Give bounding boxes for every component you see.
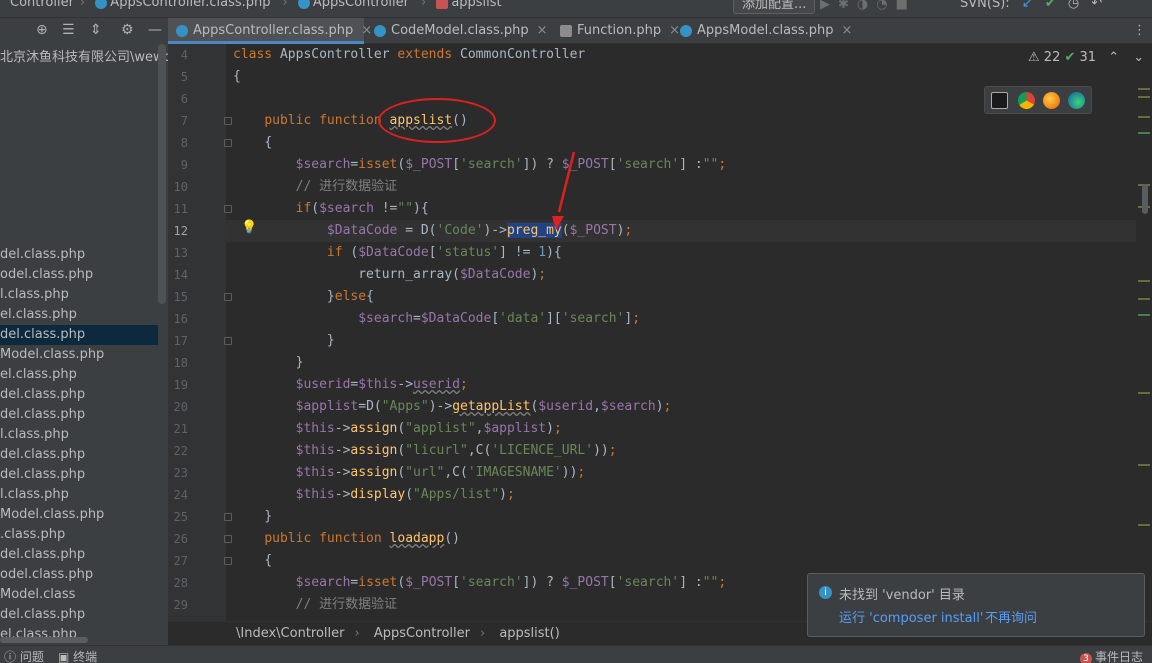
file-item[interactable]: odel.class.php <box>0 265 158 285</box>
svn-toolbar: SVN(S): ↙ ✔ ◷ ↶ <box>960 0 1102 11</box>
class-icon <box>176 24 188 37</box>
file-item[interactable]: Model.class.php <box>0 345 158 365</box>
event-log-label: 事件日志 <box>1095 650 1144 663</box>
terminal-tool-button[interactable]: ▣ 终端 <box>58 648 97 663</box>
crumb-method[interactable]: appslist() <box>499 626 559 641</box>
file-item[interactable]: del.class.php <box>0 245 158 265</box>
update-icon[interactable]: ↙ <box>1022 0 1033 11</box>
file-item[interactable]: l.class.php <box>0 485 158 505</box>
gear-icon[interactable]: ⚙ <box>121 22 134 38</box>
stop-icon[interactable]: ■ <box>896 0 916 12</box>
file-item[interactable]: del.class.php <box>0 545 158 565</box>
terminal-icon: ▣ <box>58 650 70 663</box>
crumb-method[interactable]: appslist <box>451 0 501 10</box>
editor-tabs: AppsController.class.php × CodeModel.clas… <box>168 18 1152 44</box>
file-item[interactable]: del.class.php <box>0 445 158 465</box>
tab-label: CodeModel.class.php <box>391 23 529 38</box>
scrollbar[interactable] <box>158 44 166 304</box>
notification-title: 未找到 'vendor' 目录 <box>839 588 965 603</box>
terminal-label: 终端 <box>73 650 98 663</box>
tab-appscontroller[interactable]: AppsController.class.php × <box>168 18 372 44</box>
class-icon <box>95 0 108 9</box>
project-toolbar: ⊕ ☰ ⇕ ⚙ — <box>0 18 168 44</box>
expand-all-icon[interactable]: ⇕ <box>90 22 102 38</box>
dont-ask-again-link[interactable]: 不再询问 <box>985 607 1037 626</box>
rollback-icon[interactable]: ↶ <box>1091 0 1102 11</box>
class-icon <box>297 0 310 9</box>
class-icon <box>374 24 386 37</box>
php-file-icon <box>560 24 572 37</box>
file-item[interactable]: .class.php <box>0 525 158 545</box>
crumb-separator: › <box>282 0 288 10</box>
crumb-file[interactable]: AppsController.class.php <box>110 0 270 10</box>
file-list: del.class.php odel.class.php l.class.php el… <box>0 245 158 645</box>
tab-appsmodel[interactable]: AppsModel.class.php × <box>672 18 862 44</box>
commit-icon[interactable]: ✔ <box>1045 0 1056 11</box>
composer-install-link[interactable]: 运行 'composer install' <box>839 607 983 626</box>
minimize-icon[interactable]: — <box>148 22 162 38</box>
run-icon[interactable]: ▶ <box>820 0 838 12</box>
profile-icon[interactable]: ◔ <box>876 0 895 12</box>
navigation-bar: Controller › AppsController.class.php › Ap… <box>0 0 1152 18</box>
svn-label: SVN(S): <box>960 0 1010 11</box>
tab-label: AppsController.class.php <box>193 23 354 38</box>
file-item[interactable]: del.class.php <box>0 325 158 345</box>
crumb-namespace[interactable]: \Index\Controller <box>236 626 345 641</box>
file-item[interactable]: Model.class <box>0 585 158 605</box>
info-icon: i <box>819 586 832 599</box>
crumb-class[interactable]: AppsController <box>313 0 409 10</box>
project-root[interactable]: 北京沐鱼科技有限公司\wework- <box>0 46 168 65</box>
nav-breadcrumb: Controller › AppsController.class.php › Ap… <box>10 0 514 10</box>
file-item[interactable]: del.class.php <box>0 605 158 625</box>
tab-label: Function.php <box>577 23 662 38</box>
debug-icon[interactable]: ✱ <box>838 0 857 12</box>
close-icon[interactable]: × <box>841 23 852 38</box>
annotation-arrow <box>552 151 576 230</box>
crumb-separator: › <box>79 0 86 10</box>
file-item[interactable]: l.class.php <box>0 285 158 305</box>
add-configuration-button[interactable]: 添加配置... <box>733 0 816 14</box>
code-editor[interactable]: 4 5 6 7 8 9 10 11 12 13 14 15 16 17 18 19 20 21 22 23 24 25 26… <box>168 44 1152 621</box>
file-item[interactable]: del.class.php <box>0 405 158 425</box>
crumb-separator: › <box>354 626 360 641</box>
crumb-separator: › <box>420 0 427 10</box>
project-panel: ⊕ ☰ ⇕ ⚙ — 北京沐鱼科技有限公司\wework- del.class.p… <box>0 18 168 645</box>
more-tabs-icon[interactable]: ⋮ <box>1133 18 1146 44</box>
notification-balloon: i 未找到 'vendor' 目录 运行 'composer install' … <box>807 573 1145 637</box>
locate-icon[interactable]: ⊕ <box>36 22 48 38</box>
file-item[interactable]: del.class.php <box>0 465 158 485</box>
file-item[interactable]: del.class.php <box>0 385 158 405</box>
problems-label: 问题 <box>19 650 44 663</box>
file-item[interactable]: Model.class.php <box>0 505 158 525</box>
class-icon <box>680 24 692 37</box>
event-count-badge: 3 <box>1080 653 1092 663</box>
file-item[interactable]: l.class.php <box>0 425 158 445</box>
file-item[interactable]: el.class.php <box>0 305 158 325</box>
horizontal-scrollbar[interactable] <box>0 637 88 643</box>
tab-codemodel[interactable]: CodeModel.class.php × <box>366 18 552 44</box>
tab-label: AppsModel.class.php <box>697 23 834 38</box>
crumb-separator: › <box>479 626 486 641</box>
problems-tool-button[interactable]: ⓘ 问题 <box>4 648 44 663</box>
collapse-all-icon[interactable]: ☰ <box>62 22 75 38</box>
file-item[interactable]: odel.class.php <box>0 565 158 585</box>
event-log-button[interactable]: 3 事件日志 <box>1080 648 1143 663</box>
status-bar: ⓘ 问题 ▣ 终端 3 事件日志 <box>0 645 1152 663</box>
history-icon[interactable]: ◷ <box>1068 0 1079 11</box>
method-icon <box>436 0 449 9</box>
crumb-controller[interactable]: Controller <box>10 0 74 10</box>
tab-function[interactable]: Function.php × <box>552 18 680 44</box>
problems-icon: ⓘ <box>4 650 17 663</box>
crumb-class[interactable]: AppsController <box>374 626 470 641</box>
close-icon[interactable]: × <box>537 23 548 38</box>
run-toolbar: ▶✱◑◔■ <box>820 0 916 12</box>
coverage-icon[interactable]: ◑ <box>857 0 876 12</box>
file-item[interactable]: el.class.php <box>0 365 158 385</box>
